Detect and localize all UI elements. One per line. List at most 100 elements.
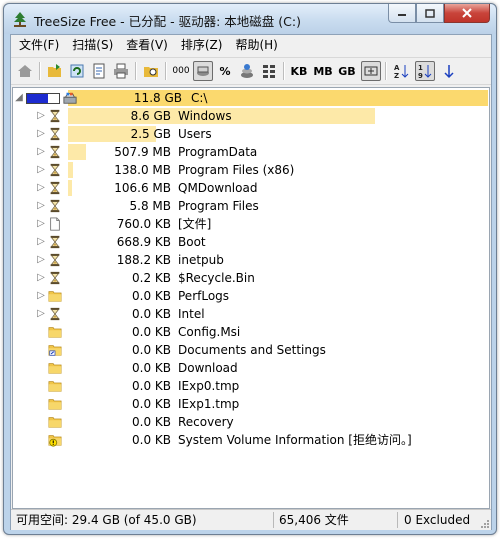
item-size: 0.0 KB bbox=[132, 325, 171, 339]
root-size: 11.8 GB bbox=[133, 91, 182, 105]
item-name: Boot bbox=[178, 235, 206, 249]
title-bar[interactable]: TreeSize Free - 已分配 - 驱动器: 本地磁盘 (C:) bbox=[4, 4, 496, 34]
tree-row[interactable]: ▷ 668.9 KB Boot bbox=[13, 233, 489, 251]
tree-row[interactable]: 0.0 KB Download bbox=[13, 359, 489, 377]
tree-row[interactable]: ▷ 507.9 MB ProgramData bbox=[13, 143, 489, 161]
expand-arrow-icon[interactable]: ▷ bbox=[36, 109, 46, 123]
minimize-icon bbox=[398, 14, 406, 16]
item-size: 0.0 KB bbox=[132, 361, 171, 375]
item-name: Intel bbox=[178, 307, 205, 321]
toolbar-separator bbox=[165, 62, 167, 80]
svg-text:1: 1 bbox=[418, 64, 423, 72]
item-name: Users bbox=[178, 127, 212, 141]
warning-folder-icon bbox=[48, 435, 62, 447]
sort-by-size-button[interactable]: 19 bbox=[415, 61, 435, 81]
tree-row[interactable]: 0.0 KB IExp1.tmp bbox=[13, 395, 489, 413]
menu-sort[interactable]: 排序(Z) bbox=[176, 35, 228, 55]
resize-grip-icon[interactable] bbox=[480, 519, 490, 529]
item-name: [文件] bbox=[178, 217, 212, 231]
browse-folder-button[interactable] bbox=[141, 61, 161, 81]
expand-arrow-icon[interactable]: ▷ bbox=[36, 289, 46, 303]
free-space-status: 可用空间: 29.4 GB (of 45.0 GB) bbox=[16, 513, 197, 527]
expand-arrow-icon[interactable]: ▷ bbox=[36, 235, 46, 249]
unit-auto-button[interactable] bbox=[361, 61, 381, 81]
maximize-button[interactable] bbox=[416, 4, 444, 23]
tree-row[interactable]: 0.0 KB Documents and Settings bbox=[13, 341, 489, 359]
print-button[interactable] bbox=[111, 61, 131, 81]
directory-tree[interactable]: ◢ 11.8 GB C:\ ▷ 8.6 GB Windows ▷ 2.5 GB Users… bbox=[12, 87, 490, 509]
expand-arrow-icon[interactable]: ▷ bbox=[36, 127, 46, 141]
tree-row[interactable]: ▷ 5.8 MB Program Files bbox=[13, 197, 489, 215]
tree-row[interactable]: 0.0 KB Recovery bbox=[13, 413, 489, 431]
home-button[interactable] bbox=[15, 61, 35, 81]
expand-arrow-icon[interactable]: ▷ bbox=[36, 163, 46, 177]
expand-arrow-icon[interactable]: ▷ bbox=[36, 217, 46, 231]
hourglass-icon bbox=[50, 199, 60, 213]
tree-row[interactable]: ▷ 0.0 KB PerfLogs bbox=[13, 287, 489, 305]
tree-row[interactable]: ▷ 760.0 KB [文件] bbox=[13, 215, 489, 233]
menu-scan[interactable]: 扫描(S) bbox=[67, 35, 118, 55]
folder-icon bbox=[48, 417, 62, 428]
item-size: 0.2 KB bbox=[132, 271, 171, 285]
tree-root-row[interactable]: ◢ 11.8 GB C:\ bbox=[13, 89, 489, 107]
menu-help[interactable]: 帮助(H) bbox=[230, 35, 282, 55]
export-button[interactable] bbox=[89, 61, 109, 81]
item-size: 8.6 GB bbox=[130, 109, 171, 123]
expand-arrow-icon[interactable]: ▷ bbox=[36, 253, 46, 267]
tree-row[interactable]: ▷ 0.2 KB $Recycle.Bin bbox=[13, 269, 489, 287]
expand-arrow-icon[interactable]: ▷ bbox=[36, 145, 46, 159]
tree-row[interactable]: 0.0 KB System Volume Information [拒绝访问。] bbox=[13, 431, 489, 449]
expand-arrow-icon[interactable]: ▷ bbox=[36, 181, 46, 195]
tree-row[interactable]: ▷ 0.0 KB Intel bbox=[13, 305, 489, 323]
close-button[interactable] bbox=[444, 4, 490, 23]
toolbar-separator bbox=[283, 62, 285, 80]
expand-arrow-icon[interactable]: ▷ bbox=[36, 307, 46, 321]
hourglass-icon bbox=[50, 181, 60, 195]
svg-text:Z: Z bbox=[394, 72, 399, 79]
menu-bar: 文件(F) 扫描(S) 查看(V) 排序(Z) 帮助(H) bbox=[11, 35, 491, 55]
item-name: Program Files (x86) bbox=[178, 163, 295, 177]
root-percent-bar bbox=[26, 93, 60, 104]
item-size: 188.2 KB bbox=[116, 253, 171, 267]
tree-row[interactable]: ▷ 2.5 GB Users bbox=[13, 125, 489, 143]
tree-row[interactable]: ▷ 138.0 MB Program Files (x86) bbox=[13, 161, 489, 179]
item-size: 0.0 KB bbox=[132, 289, 171, 303]
root-name: C:\ bbox=[191, 91, 208, 105]
unit-kb-button[interactable]: KB bbox=[289, 61, 309, 81]
menu-view[interactable]: 查看(V) bbox=[121, 35, 173, 55]
svg-text:A: A bbox=[394, 64, 400, 72]
expand-arrow-icon[interactable]: ▷ bbox=[36, 199, 46, 213]
expand-arrow-icon[interactable]: ▷ bbox=[36, 271, 46, 285]
minimize-button[interactable] bbox=[388, 4, 416, 23]
tree-row[interactable]: ▷ 188.2 KB inetpub bbox=[13, 251, 489, 269]
show-percent-button[interactable]: % bbox=[215, 61, 235, 81]
refresh-button[interactable] bbox=[67, 61, 87, 81]
status-separator bbox=[397, 512, 398, 528]
open-folder-button[interactable] bbox=[45, 61, 65, 81]
sort-size-icon: 19 bbox=[418, 64, 432, 79]
item-size: 668.9 KB bbox=[116, 235, 171, 249]
item-name: Program Files bbox=[178, 199, 259, 213]
allocated-space-button[interactable] bbox=[237, 61, 257, 81]
unit-mb-button[interactable]: MB bbox=[313, 61, 333, 81]
details-view-button[interactable] bbox=[259, 61, 279, 81]
tree-row[interactable]: ▷ 8.6 GB Windows bbox=[13, 107, 489, 125]
folder-icon bbox=[48, 399, 62, 410]
collapse-arrow-icon[interactable]: ◢ bbox=[14, 91, 24, 105]
toolbar: 000 % KB MB GB AZ 19 bbox=[11, 57, 491, 85]
menu-file[interactable]: 文件(F) bbox=[14, 35, 64, 55]
home-icon bbox=[18, 65, 32, 77]
unit-gb-button[interactable]: GB bbox=[337, 61, 357, 81]
show-count-button[interactable]: 000 bbox=[171, 61, 191, 81]
tree-row[interactable]: 0.0 KB Config.Msi bbox=[13, 323, 489, 341]
sort-descending-button[interactable] bbox=[439, 61, 459, 81]
toolbar-separator bbox=[135, 62, 137, 80]
folder-search-icon bbox=[144, 67, 158, 77]
grid-view-icon bbox=[263, 65, 275, 78]
tree-row[interactable]: ▷ 106.6 MB QMDownload bbox=[13, 179, 489, 197]
toolbar-separator bbox=[385, 62, 387, 80]
show-size-button[interactable] bbox=[193, 61, 213, 81]
sort-by-name-button[interactable]: AZ bbox=[391, 61, 411, 81]
arrow-down-icon bbox=[444, 65, 454, 79]
tree-row[interactable]: 0.0 KB IExp0.tmp bbox=[13, 377, 489, 395]
